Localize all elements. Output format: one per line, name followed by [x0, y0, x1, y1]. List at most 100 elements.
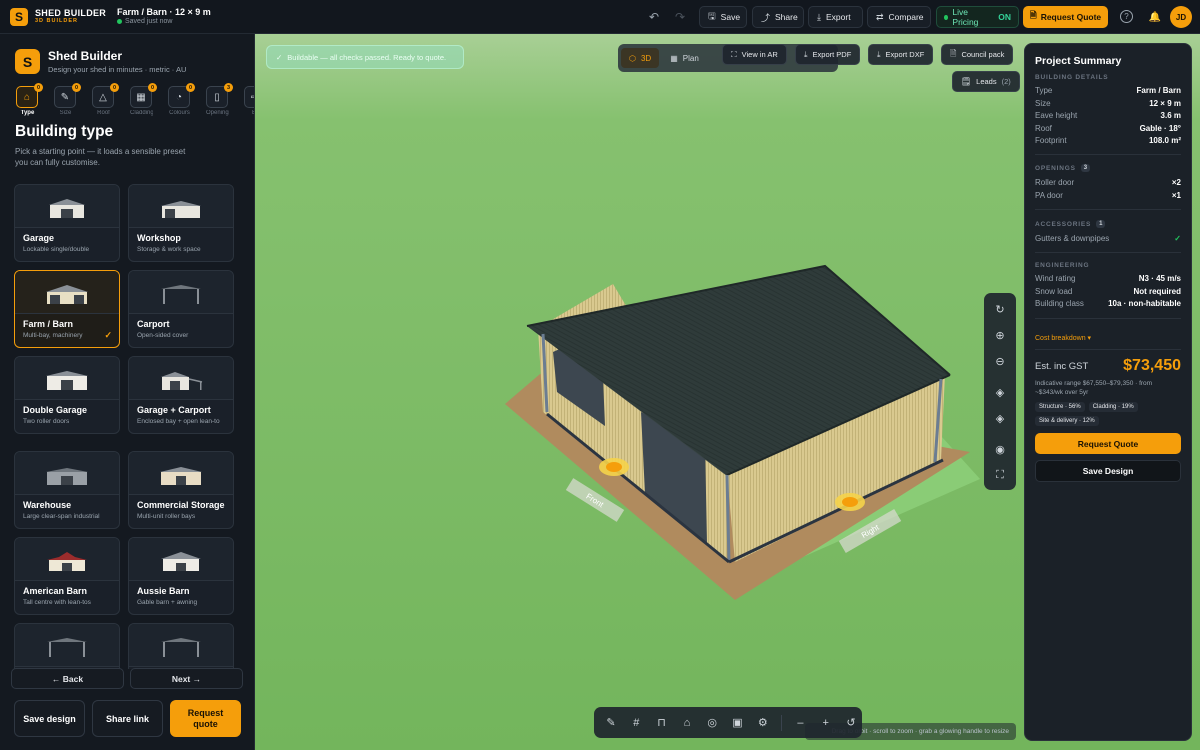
card-preview [15, 452, 119, 495]
row-key: Building class [1035, 299, 1084, 308]
building-card-workshop[interactable]: Workshop Storage & work space [128, 184, 234, 262]
tab-colours[interactable]: ◔ 0 Colours [168, 83, 195, 117]
fullscreen-icon[interactable]: ⛶ [989, 464, 1011, 486]
building-card-more[interactable] [14, 623, 120, 669]
avatar[interactable]: JD [1170, 6, 1192, 28]
sidebar: S Shed Builder Design your shed in minut… [0, 34, 255, 750]
rotate-icon[interactable]: ↻ [989, 299, 1011, 321]
cost-breakdown-toggle[interactable]: Cost breakdown ▾ [1035, 334, 1091, 342]
brand-name: SHED BUILDER [35, 7, 107, 18]
card-description: Two roller doors [23, 418, 70, 425]
leads-button[interactable]: 🗒 Leads (2) [952, 71, 1020, 92]
export-dxf-button[interactable]: ⤓ Export DXF [868, 44, 934, 65]
summary-row: Roof Gable · 18° [1035, 124, 1181, 133]
building-details-heading: BUILDING DETAILS [1035, 74, 1108, 81]
measure-icon[interactable]: ✎ [600, 712, 622, 734]
export-button[interactable]: ⤓ Export [808, 6, 863, 28]
layers-alt-icon[interactable]: ◈ [989, 407, 1011, 429]
building-card-american-barn[interactable]: American Barn Tall centre with lean-tos [14, 537, 120, 615]
share-link-button[interactable]: Share link [92, 700, 163, 737]
section-label: ACCESSORIES [1035, 220, 1092, 228]
cost-chip: Structure · 56% [1035, 402, 1085, 412]
camera-icon[interactable]: ◉ [989, 439, 1011, 461]
undo-icon[interactable]: ↶ [645, 8, 663, 26]
card-preview [15, 185, 119, 228]
view-in-ar-button[interactable]: ⛶ View in AR [722, 44, 787, 65]
sidebar-title: Shed Builder [48, 49, 123, 63]
brand[interactable]: S SHED BUILDER 3D BUILDER [0, 7, 112, 26]
card-name: Commercial Storage [137, 500, 225, 510]
building-card-garage[interactable]: Garage Lockable single/double [14, 184, 120, 262]
tab-type[interactable]: ⌂ 0 Type [16, 83, 43, 117]
tab-size[interactable]: ✎ 0 Size [54, 83, 81, 117]
frame-icon[interactable]: ⊓ [651, 712, 673, 734]
building-card-carport[interactable]: Carport Open-sided cover [128, 270, 234, 348]
card-preview [129, 452, 233, 495]
next-button[interactable]: Next → [130, 668, 243, 689]
tab-roof[interactable]: △ 0 Roof [92, 83, 119, 117]
card-description: Multi-unit roller bays [137, 513, 196, 520]
divider [1035, 209, 1181, 210]
sidebar-actions: Save design Share link Request quote [14, 700, 241, 737]
quote-icon: 🗎 [1029, 10, 1037, 20]
zoom-in-button[interactable]: + [815, 712, 837, 734]
resize-handle-front[interactable] [599, 458, 629, 476]
zoom-out-button[interactable]: – [789, 712, 811, 734]
home-icon[interactable]: ⌂ [676, 712, 698, 734]
globe-icon[interactable]: ◎ [701, 712, 723, 734]
zoom-in-icon[interactable]: ⊕ [989, 325, 1011, 347]
compare-button[interactable]: ⇄ Compare [867, 6, 931, 28]
step-badge: 0 [110, 83, 119, 92]
zoom-out-icon[interactable]: ⊖ [989, 350, 1011, 372]
request-quote-button[interactable]: 🗎 Request Quote [1023, 6, 1108, 28]
building-card-double-garage[interactable]: Double Garage Two roller doors [14, 356, 120, 434]
council-pack-button[interactable]: 🗎 Council pack [941, 44, 1014, 65]
download-icon: ⤓ [804, 49, 808, 59]
step-badge: 0 [72, 83, 81, 92]
building-card-warehouse[interactable]: Warehouse Large clear-span industrial [14, 451, 120, 529]
step-tabs: ⌂ 0 Type ✎ 0 Size △ 0 Roof ▦ 0 Cladding … [16, 83, 254, 117]
row-key: Eave height [1035, 111, 1078, 120]
resize-handle-right[interactable] [835, 493, 865, 511]
back-button[interactable]: ← Back [11, 668, 124, 689]
notifications-icon[interactable]: 🔔 [1146, 8, 1164, 26]
summary-request-quote-button[interactable]: Request Quote [1035, 433, 1181, 454]
tab-plan[interactable]: ▦ Plan [662, 48, 707, 68]
check-icon: ✓ [276, 52, 283, 62]
image-icon[interactable]: ▣ [726, 712, 748, 734]
building-card-commercial-storage[interactable]: Commercial Storage Multi-unit roller bay… [128, 451, 234, 529]
row-key: Wind rating [1035, 274, 1076, 283]
divider [1035, 318, 1181, 319]
request-quote-sidebar-button[interactable]: Request quote [170, 700, 241, 737]
tab-openings[interactable]: ▯ 3 Openings [206, 83, 233, 117]
save-design-button[interactable]: Save design [14, 700, 85, 737]
compare-icon: ⇄ [876, 11, 884, 22]
save-button[interactable]: 🖫 Save [699, 6, 747, 28]
building-card-farm-barn[interactable]: Farm / Barn Multi-bay, machinery ✓ [14, 270, 120, 348]
brand-sub: 3D BUILDER [35, 17, 79, 24]
tab-plan-label: Plan [682, 53, 699, 63]
live-pricing-toggle[interactable]: Live Pricing ON [936, 6, 1019, 28]
cost-chip: Cladding · 19% [1088, 402, 1138, 412]
export-pdf-label: Export PDF [812, 50, 852, 59]
lighting-icon[interactable]: ⚙ [752, 712, 774, 734]
share-button[interactable]: ⤴ Share [752, 6, 804, 28]
estimate-value: $73,450 [1123, 357, 1181, 374]
building-card-more[interactable] [128, 623, 234, 669]
reset-view-icon[interactable]: ↺ [840, 712, 862, 734]
grid-icon[interactable]: # [625, 712, 647, 734]
building-card-aussie-barn[interactable]: Aussie Barn Gable barn + awning [128, 537, 234, 615]
tab-cladding[interactable]: ▦ 0 Cladding [130, 83, 157, 117]
summary-save-design-button[interactable]: Save Design [1035, 460, 1181, 482]
save-status: Saved just now [117, 18, 211, 26]
step-label: Ex [244, 110, 254, 117]
layers-icon[interactable]: ◈ [989, 382, 1011, 404]
building-card-garage-carport[interactable]: Garage + Carport Enclosed bay + open lea… [128, 356, 234, 434]
help-icon[interactable]: ? [1120, 10, 1133, 23]
card-preview [15, 624, 119, 667]
export-pdf-button[interactable]: ⤓ Export PDF [795, 44, 861, 65]
tab-extras[interactable]: ⇨ Ex [244, 86, 254, 117]
redo-icon[interactable]: ↷ [671, 8, 689, 26]
tab-3d[interactable]: ⬡ 3D [621, 48, 660, 68]
step-label: Type [20, 110, 35, 116]
